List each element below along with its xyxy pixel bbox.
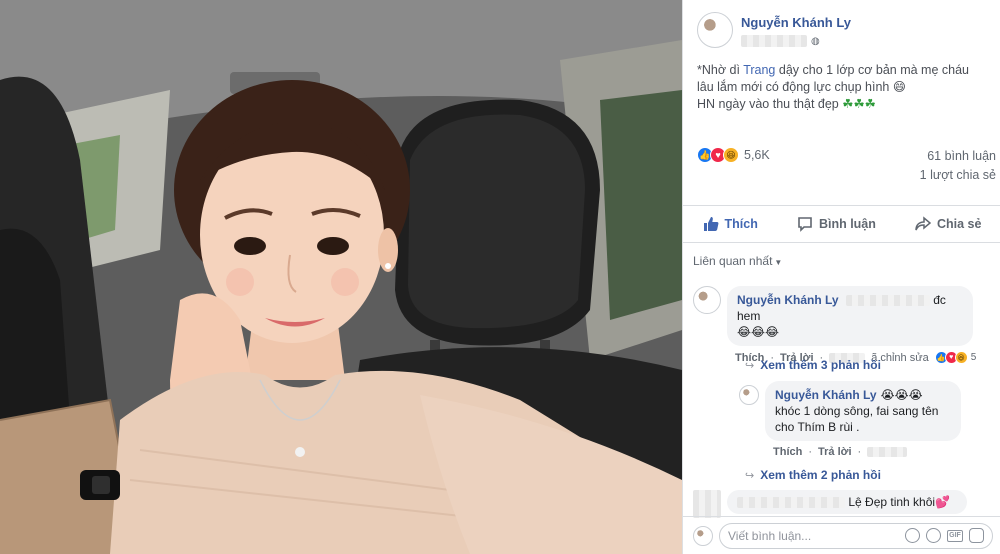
reply-like-link[interactable]: Thích	[773, 446, 802, 458]
comment-emojis: 😂😂😂	[737, 325, 780, 339]
reply-author-name[interactable]: Nguyễn Khánh Ly	[775, 388, 877, 402]
sort-label: Liên quan nhất	[693, 254, 773, 268]
reply-reply-link[interactable]: Trả lời	[818, 446, 852, 458]
tagged-person-link[interactable]: Trang	[743, 63, 775, 77]
reply-bubble: Nguyễn Khánh Ly 😭😭😭 khóc 1 dòng sông, fai…	[765, 381, 961, 441]
caret-down-icon: ▼	[774, 258, 783, 267]
redacted-time	[867, 447, 908, 457]
like-button[interactable]: Thích	[703, 216, 758, 232]
clover-emojis: ☘☘☘	[842, 97, 876, 111]
comment-bubble: Nguyễn Khánh Ly đc hem 😂😂😂	[727, 286, 973, 346]
author-avatar[interactable]	[697, 12, 733, 48]
commenter-name[interactable]: Nguyễn Khánh Ly	[737, 293, 839, 307]
share-count-link[interactable]: 1 lượt chia sẻ	[920, 166, 996, 185]
commenter-avatar[interactable]	[693, 490, 721, 518]
haha-reaction-icon: 😆	[954, 351, 968, 364]
post-header: Nguyễn Khánh Ly ◍	[683, 0, 1000, 48]
more-replies-label: Xem thêm 2 phản hồi	[760, 468, 881, 482]
globe-icon: ◍	[811, 35, 820, 47]
comment-sort-dropdown[interactable]: Liên quan nhất ▼	[693, 254, 782, 268]
more-replies-label: Xem thêm 3 phản hồi	[760, 358, 881, 372]
post-caption: *Nhờ dì Trang dậy cho 1 lớp cơ bản mà mẹ…	[683, 48, 1000, 113]
comment-input-placeholder: Viết bình luận...	[728, 528, 812, 543]
comment-reaction-count: 5	[970, 352, 977, 363]
reaction-count: 5,6K	[744, 148, 770, 162]
redacted-text	[845, 295, 930, 307]
reply-arrow-icon: ↪	[745, 469, 755, 482]
photo-illustration	[0, 0, 682, 554]
post-sidebar: Nguyễn Khánh Ly ◍ *Nhờ dì Trang dậy cho …	[682, 0, 1000, 554]
redacted-text	[737, 497, 845, 509]
reply-arrow-icon: ↪	[745, 359, 755, 372]
share-button-label: Chia sẻ	[936, 217, 982, 231]
gif-icon[interactable]: GIF	[947, 529, 963, 542]
commenter-avatar[interactable]	[693, 286, 721, 314]
comment-text: Lệ Đẹp tinh khôi	[848, 495, 936, 509]
current-user-avatar	[693, 525, 713, 546]
comment-reactions[interactable]: 👍 ♥ 😆 5	[934, 351, 977, 364]
camera-icon[interactable]	[926, 528, 941, 543]
like-icon	[703, 217, 718, 231]
post-stats: 👍 ♥ 😆 5,6K 61 bình luận 1 lượt chia sẻ	[683, 113, 1000, 185]
comment-count-link[interactable]: 61 bình luận	[920, 147, 996, 166]
post-action-bar: Thích Bình luận Chia sẻ	[683, 205, 1000, 243]
comment-composer: Viết bình luận... GIF	[683, 516, 1000, 554]
post-photo[interactable]	[0, 0, 682, 554]
redacted-timestamp	[741, 35, 807, 47]
comment: Lệ Đẹp tinh khôi💕	[693, 490, 967, 518]
comment-button[interactable]: Bình luận	[797, 216, 876, 232]
like-button-label: Thích	[724, 217, 758, 231]
emoji-icon[interactable]	[905, 528, 920, 543]
comment-reply: Nguyễn Khánh Ly 😭😭😭 khóc 1 dòng sông, fai…	[739, 381, 961, 458]
author-name[interactable]: Nguyễn Khánh Ly	[741, 15, 851, 30]
reply-avatar[interactable]	[739, 385, 759, 405]
share-icon	[915, 216, 931, 231]
reply-actions: Thích · Trả lời ·	[765, 446, 961, 458]
comment-bubble: Lệ Đẹp tinh khôi💕	[727, 490, 967, 514]
haha-reaction-icon: 😆	[723, 147, 739, 163]
view-more-replies-2[interactable]: ↪ Xem thêm 2 phản hồi	[745, 468, 881, 482]
comment: Nguyễn Khánh Ly đc hem 😂😂😂 Thích · Trả l…	[693, 286, 976, 364]
reply-text: khóc 1 dòng sông, fai sang tên cho Thím …	[775, 404, 939, 434]
comment-input[interactable]: Viết bình luận... GIF	[719, 522, 993, 549]
view-more-replies-1[interactable]: ↪ Xem thêm 3 phản hồi	[745, 358, 881, 372]
reactions-summary[interactable]: 👍 ♥ 😆 5,6K	[697, 147, 770, 163]
reply-emojis: 😭😭😭	[880, 388, 923, 402]
comment-icon	[798, 217, 812, 232]
comment-button-label: Bình luận	[818, 217, 876, 231]
sticker-icon[interactable]	[969, 528, 984, 543]
share-button[interactable]: Chia sẻ	[915, 216, 981, 232]
heart-emoji: 💕	[935, 495, 951, 509]
caption-text: *Nhờ dì	[697, 63, 744, 77]
caption-line2: HN ngày vào thu thật đẹp	[697, 97, 843, 111]
